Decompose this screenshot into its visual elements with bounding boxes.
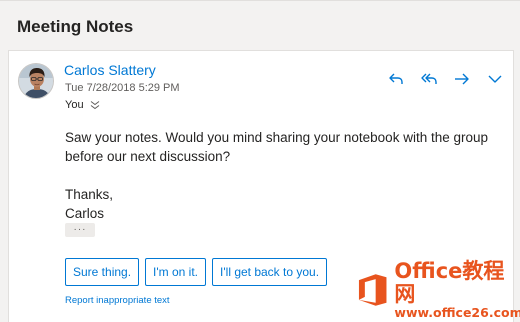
sender-avatar[interactable] [18,63,54,99]
expand-recipients-icon[interactable] [89,99,101,111]
forward-button[interactable] [451,68,473,90]
avatar-photo [19,64,53,98]
watermark-text: Office教程网 www.office26.com [394,260,520,320]
show-more-button[interactable]: ··· [65,223,95,237]
message-body: Saw your notes. Would you mind sharing y… [65,128,495,223]
body-line: Saw your notes. Would you mind sharing y… [65,130,488,145]
body-line: before our next discussion? [65,149,231,164]
suggested-replies: Sure thing. I'm on it. I'll get back to … [65,258,328,286]
reply-icon [389,73,403,84]
body-line: Thanks, [65,187,114,202]
chevron-down-icon [488,75,502,83]
reply-all-button[interactable] [418,68,440,90]
forward-icon [455,73,469,85]
more-actions-button[interactable] [484,68,506,90]
suggested-reply-button[interactable]: Sure thing. [65,258,140,286]
site-watermark: Office教程网 www.office26.com [356,260,520,320]
body-line: Carlos [65,206,105,221]
suggested-reply-button[interactable]: I'm on it. [145,258,207,286]
message-subject: Meeting Notes [17,17,134,36]
office-logo-icon [358,274,387,306]
watermark-title: Office教程网 [394,259,505,306]
message-actions [385,68,506,90]
suggested-reply-button[interactable]: I'll get back to you. [212,258,328,286]
subject-bar: Meeting Notes [0,0,520,50]
message-date: Tue 7/28/2018 5:29 PM [65,82,180,94]
recipients-row[interactable]: You [65,98,101,112]
reply-all-icon [421,73,437,84]
reply-button[interactable] [385,68,407,90]
report-link[interactable]: Report inappropriate text [65,295,170,306]
watermark-url: www.office26.com [394,305,520,320]
sender-name[interactable]: Carlos Slattery [64,62,156,78]
recipient-label: You [65,99,84,111]
